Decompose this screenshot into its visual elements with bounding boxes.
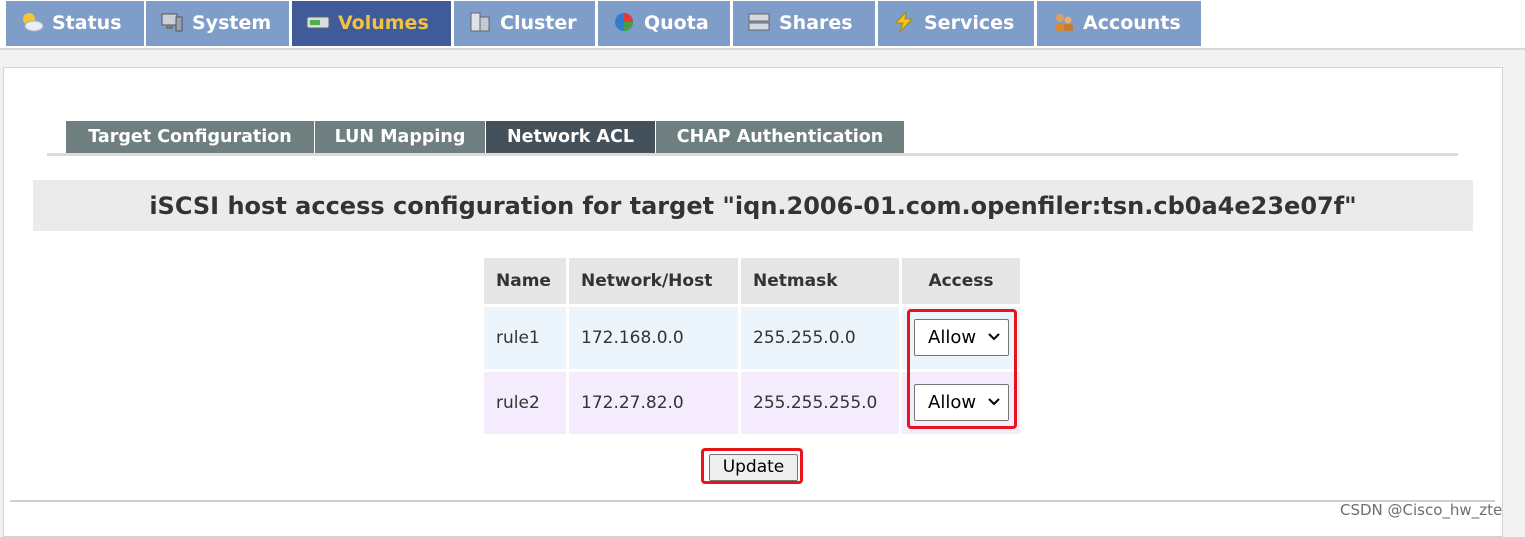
top-navigation: Status System Volumes Cluster Quota Shar… bbox=[0, 0, 1525, 50]
tab-shares[interactable]: Shares bbox=[733, 1, 875, 46]
row2-network: 172.27.82.0 bbox=[569, 372, 738, 434]
subtab-target-configuration[interactable]: Target Configuration bbox=[66, 121, 315, 154]
column-header-netmask: Netmask bbox=[741, 258, 899, 304]
row2-name: rule2 bbox=[484, 372, 566, 434]
monitor-icon bbox=[160, 11, 184, 33]
subtab-divider bbox=[47, 153, 1458, 156]
page-heading: iSCSI host access configuration for targ… bbox=[33, 180, 1473, 231]
column-header-network-host: Network/Host bbox=[569, 258, 738, 304]
disk-icon bbox=[306, 11, 330, 33]
tab-cluster[interactable]: Cluster bbox=[454, 1, 595, 46]
column-header-name: Name bbox=[484, 258, 566, 304]
update-button[interactable]: Update bbox=[709, 454, 798, 481]
subtab-network-acl[interactable]: Network ACL bbox=[486, 121, 656, 154]
tab-quota[interactable]: Quota bbox=[598, 1, 730, 46]
bottom-divider bbox=[10, 500, 1495, 502]
subtab-lun-mapping[interactable]: LUN Mapping bbox=[315, 121, 486, 154]
tab-accounts[interactable]: Accounts bbox=[1037, 1, 1201, 46]
row2-netmask: 255.255.255.0 bbox=[741, 372, 899, 434]
weather-icon bbox=[20, 11, 44, 33]
column-header-access: Access bbox=[902, 258, 1020, 304]
row1-netmask: 255.255.0.0 bbox=[741, 307, 899, 369]
tab-volumes[interactable]: Volumes bbox=[292, 1, 451, 46]
lightning-icon bbox=[892, 11, 916, 33]
drive-icon bbox=[747, 11, 771, 33]
row1-name: rule1 bbox=[484, 307, 566, 369]
watermark: CSDN @Cisco_hw_zte bbox=[1340, 501, 1503, 519]
access-highlight-box bbox=[907, 309, 1017, 429]
tab-services[interactable]: Services bbox=[878, 1, 1034, 46]
server-icon bbox=[468, 11, 492, 33]
pie-icon bbox=[612, 11, 636, 33]
subtab-chap-authentication[interactable]: CHAP Authentication bbox=[656, 121, 905, 154]
users-icon bbox=[1051, 11, 1075, 33]
row1-network: 172.168.0.0 bbox=[569, 307, 738, 369]
tab-system[interactable]: System bbox=[146, 1, 289, 46]
tab-status[interactable]: Status bbox=[6, 1, 144, 46]
